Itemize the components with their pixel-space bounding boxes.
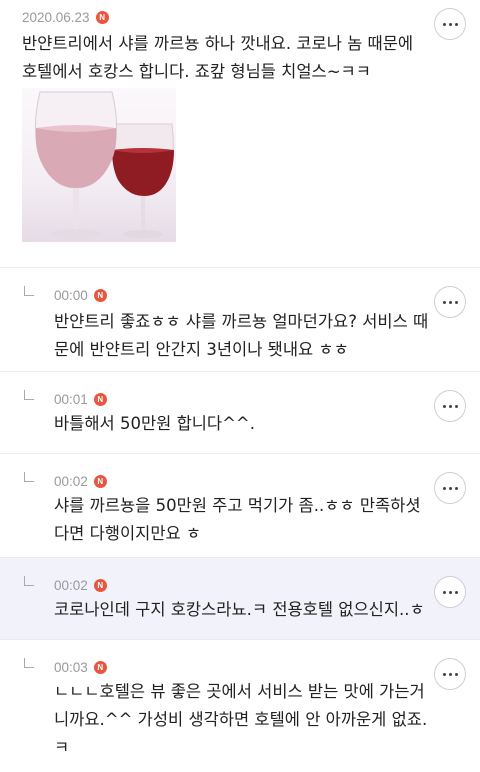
reply-arrow-icon	[24, 658, 34, 668]
reply-time: 00:00	[54, 288, 88, 303]
post-meta: 2020.06.23 N	[22, 10, 109, 25]
reply-text: 코로나인데 구지 호캉스라뇨.ㅋ 전용호텔 없으신지..ㅎ	[54, 600, 425, 619]
reply-time: 00:01	[54, 392, 88, 407]
reply-meta: 00:02 N	[54, 578, 107, 593]
reply-arrow-icon	[24, 576, 34, 586]
reply-time: 00:02	[54, 474, 88, 489]
reply-item-highlighted: 00:02 N 코로나인데 구지 호캉스라뇨.ㅋ 전용호텔 없으신지..ㅎ	[0, 558, 480, 640]
reply-item: 00:03 N ㄴㄴㄴ호텔은 뷰 좋은 곳에서 서비스 받는 맛에 가는거 니까…	[0, 640, 480, 772]
reply-arrow-icon	[24, 286, 34, 296]
reply-arrow-icon	[24, 390, 34, 400]
post-date: 2020.06.23	[22, 10, 90, 25]
new-badge-icon: N	[93, 579, 107, 592]
new-badge-icon: N	[93, 475, 107, 488]
more-options-icon	[442, 300, 446, 304]
new-badge-icon: N	[95, 11, 109, 24]
reply-item: 00:01 N 바틀해서 50만원 합니다^^.	[0, 372, 480, 454]
reply-text: 반얀트리 좋죠ㅎㅎ 샤를 까르뇽 얼마던가요? 서비스 때 문에 반얀트리 안간…	[54, 312, 429, 359]
more-options-icon	[442, 486, 446, 490]
reply-text: ㄴㄴㄴ호텔은 뷰 좋은 곳에서 서비스 받는 맛에 가는거 니까요.^^ 가성비…	[54, 682, 428, 757]
reply-time: 00:03	[54, 660, 88, 675]
wine-glasses-photo[interactable]	[22, 88, 176, 242]
new-badge-icon: N	[93, 289, 107, 302]
reply-item: 00:00 N 반얀트리 좋죠ㅎㅎ 샤를 까르뇽 얼마던가요? 서비스 때 문에…	[0, 268, 480, 372]
main-post: 2020.06.23 N 반얀트리에서 샤를 까르뇽 하나 깟내요. 코로나 놈…	[0, 0, 480, 268]
more-options-icon	[442, 404, 446, 408]
reply-meta: 00:01 N	[54, 392, 107, 407]
reply-arrow-icon	[24, 472, 34, 482]
reply-time: 00:02	[54, 578, 88, 593]
reply-meta: 00:03 N	[54, 660, 107, 675]
reply-text: 바틀해서 50만원 합니다^^.	[54, 414, 256, 433]
new-badge-icon: N	[93, 393, 107, 406]
reply-item: 00:02 N 샤를 까르뇽을 50만원 주고 먹기가 좀..ㅎㅎ 만족하셧 다…	[0, 454, 480, 558]
more-options-icon	[442, 22, 446, 26]
new-badge-icon: N	[93, 661, 107, 674]
reply-text: 샤를 까르뇽을 50만원 주고 먹기가 좀..ㅎㅎ 만족하셧 다면 다행이지만요…	[54, 496, 421, 543]
more-options-icon	[442, 672, 446, 676]
reply-meta: 00:00 N	[54, 288, 107, 303]
wine-glasses-illustration	[34, 91, 174, 239]
more-options-icon	[442, 590, 446, 594]
reply-meta: 00:02 N	[54, 474, 107, 489]
post-text: 반얀트리에서 샤를 까르뇽 하나 깟내요. 코로나 놈 때문에 호텔에서 호캉스…	[22, 34, 414, 81]
